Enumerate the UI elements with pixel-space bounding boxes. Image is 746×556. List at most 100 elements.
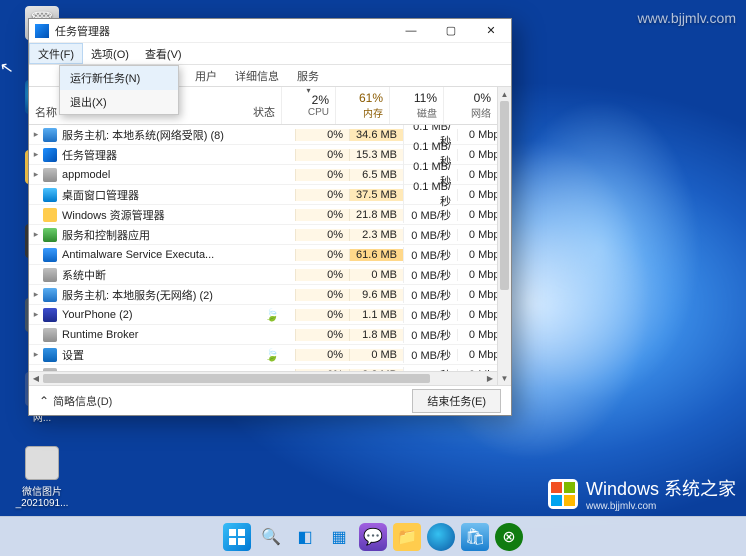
disk-cell: 0 MB/秒 (403, 207, 457, 223)
horizontal-scrollbar[interactable]: ◀ ▶ (29, 371, 497, 385)
taskbar: 🔍 ◧ ▦ 💬 📁 🛍 ⊗ (0, 516, 746, 556)
col-memory[interactable]: 61% 内存 (335, 87, 389, 124)
process-row[interactable]: ▸服务和控制器应用0%2.3 MB0 MB/秒0 Mbps (29, 225, 511, 245)
scroll-down-arrow[interactable]: ▼ (498, 371, 511, 385)
memory-cell: 21.8 MB (349, 209, 403, 221)
minimize-button[interactable]: — (391, 19, 431, 43)
process-row[interactable]: Windows 资源管理器0%21.8 MB0 MB/秒0 Mbps (29, 205, 511, 225)
process-row[interactable]: 桌面窗口管理器0%37.5 MB0.1 MB/秒0 Mbps (29, 185, 511, 205)
menu-view[interactable]: 查看(V) (137, 43, 190, 64)
maximize-button[interactable]: ▢ (431, 19, 471, 43)
memory-cell: 0 MB (349, 269, 403, 281)
scroll-right-arrow[interactable]: ▶ (483, 372, 497, 385)
close-button[interactable]: ✕ (471, 19, 511, 43)
memory-cell: 37.5 MB (349, 189, 403, 201)
mem-percent: 61% (359, 91, 383, 105)
process-row[interactable]: Antimalware Service Executa...0%61.6 MB0… (29, 245, 511, 265)
app-icon (35, 24, 49, 38)
cpu-cell: 0% (295, 329, 349, 341)
search-button[interactable]: 🔍 (257, 523, 285, 551)
process-name: Antimalware Service Executa... (43, 248, 249, 262)
process-row[interactable]: Runtime Broker0%1.8 MB0 MB/秒0 Mbps (29, 325, 511, 345)
cpu-cell: 0% (295, 309, 349, 321)
scroll-left-arrow[interactable]: ◀ (29, 372, 43, 385)
memory-cell: 1.1 MB (349, 309, 403, 321)
process-icon (43, 208, 57, 222)
widgets-button[interactable]: ▦ (325, 523, 353, 551)
col-disk[interactable]: 11% 磁盘 (389, 87, 443, 124)
disk-label: 磁盘 (417, 105, 437, 120)
disk-cell: 0.1 MB/秒 (403, 181, 457, 209)
menubar: 文件(F) 选项(O) 查看(V) (29, 43, 511, 65)
h-scroll-thumb[interactable] (43, 374, 430, 383)
process-icon (43, 228, 57, 242)
process-icon (43, 268, 57, 282)
process-name: appmodel (43, 168, 249, 182)
process-row[interactable]: 系统中断0%0 MB0 MB/秒0 Mbps (29, 265, 511, 285)
task-view-button[interactable]: ◧ (291, 523, 319, 551)
disk-cell: 0 MB/秒 (403, 307, 457, 323)
expand-toggle[interactable]: ▸ (29, 349, 43, 360)
process-icon (43, 308, 57, 322)
process-row[interactable]: ▸服务主机: 本地服务(无网络) (2)0%9.6 MB0 MB/秒0 Mbps (29, 285, 511, 305)
menu-exit[interactable]: 退出(X) (60, 90, 178, 114)
process-icon (43, 348, 57, 362)
memory-cell: 0 MB (349, 349, 403, 361)
end-task-button[interactable]: 结束任务(E) (412, 389, 501, 413)
expand-toggle[interactable]: ▸ (29, 289, 43, 300)
cpu-cell: 0% (295, 349, 349, 361)
cpu-cell: 0% (295, 229, 349, 241)
disk-cell: 0 MB/秒 (403, 227, 457, 243)
brief-view-toggle[interactable]: 简略信息(D) (39, 393, 112, 409)
expand-toggle[interactable]: ▸ (29, 149, 43, 160)
disk-cell: 0 MB/秒 (403, 287, 457, 303)
memory-cell: 1.8 MB (349, 329, 403, 341)
chat-button[interactable]: 💬 (359, 523, 387, 551)
process-row[interactable]: ▸YourPhone (2)🍃0%1.1 MB0 MB/秒0 Mbps (29, 305, 511, 325)
col-network[interactable]: 0% 网络 (443, 87, 497, 124)
disk-cell: 0 MB/秒 (403, 347, 457, 363)
process-icon (43, 188, 57, 202)
store-button[interactable]: 🛍 (461, 523, 489, 551)
expand-toggle[interactable]: ▸ (29, 309, 43, 320)
icon-label: 微信图片_2021091... (12, 483, 72, 509)
xbox-button[interactable]: ⊗ (495, 523, 523, 551)
expand-toggle[interactable]: ▸ (29, 169, 43, 180)
start-button[interactable] (223, 523, 251, 551)
tab-details[interactable]: 详细信息 (229, 65, 285, 87)
menu-file[interactable]: 文件(F) (29, 43, 83, 64)
process-icon (43, 288, 57, 302)
col-cpu[interactable]: 2% CPU (281, 87, 335, 124)
net-percent: 0% (474, 91, 491, 105)
scroll-up-arrow[interactable]: ▲ (498, 87, 511, 101)
cpu-cell: 0% (295, 149, 349, 161)
menu-options[interactable]: 选项(O) (83, 43, 137, 64)
memory-cell: 2.3 MB (349, 229, 403, 241)
disk-percent: 11% (414, 91, 437, 105)
expand-toggle[interactable]: ▸ (29, 229, 43, 240)
mem-label: 内存 (363, 105, 383, 120)
process-name: 桌面窗口管理器 (43, 187, 249, 203)
screenshot-file-icon[interactable]: 微信图片_2021091... (12, 446, 72, 509)
cpu-cell: 0% (295, 289, 349, 301)
tab-services[interactable]: 服务 (291, 65, 325, 87)
tab-users[interactable]: 用户 (189, 65, 223, 87)
menu-run-new-task[interactable]: 运行新任务(N) (60, 66, 178, 90)
v-scroll-thumb[interactable] (500, 101, 509, 290)
process-name: 设置 (43, 347, 249, 363)
titlebar[interactable]: 任务管理器 — ▢ ✕ (29, 19, 511, 43)
col-status[interactable]: 状态 (235, 87, 281, 124)
disk-cell: 0 MB/秒 (403, 267, 457, 283)
process-name: 服务和控制器应用 (43, 227, 249, 243)
process-icon (43, 328, 57, 342)
footer: 简略信息(D) 结束任务(E) (29, 385, 511, 415)
disk-cell: 0 MB/秒 (403, 247, 457, 263)
process-row[interactable]: ▸设置🍃0%0 MB0 MB/秒0 Mbps (29, 345, 511, 365)
explorer-button[interactable]: 📁 (393, 523, 421, 551)
memory-cell: 15.3 MB (349, 149, 403, 161)
process-icon (43, 168, 57, 182)
edge-button[interactable] (427, 523, 455, 551)
net-label: 网络 (471, 105, 491, 120)
vertical-scrollbar[interactable]: ▲ ▼ (497, 87, 511, 385)
expand-toggle[interactable]: ▸ (29, 129, 43, 140)
